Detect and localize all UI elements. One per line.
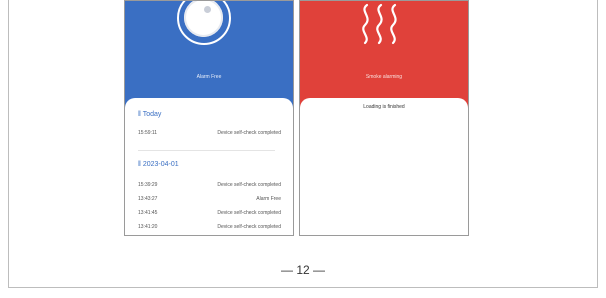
log-row: 15:39:29 Device self-check completed <box>138 182 281 188</box>
history-sheet[interactable]: ‖ Today 15:59:11 Device self-check compl… <box>125 98 293 235</box>
log-event: Device self-check completed <box>217 224 281 230</box>
log-row: 15:59:11 Device self-check completed <box>138 130 281 136</box>
log-event: Device self-check completed <box>217 210 281 216</box>
log-time: 15:59:11 <box>138 130 158 136</box>
status-label: Alarm Free <box>196 74 222 80</box>
phone-screen-smoke-alarm: Smoke alarming Loading is finished <box>299 0 469 236</box>
log-event: Device self-check completed <box>217 130 281 136</box>
smoke-detector-dial-icon <box>177 1 231 45</box>
log-event: Device self-check completed <box>217 182 281 188</box>
log-time: 13:41:20 <box>138 224 158 230</box>
status-label: Smoke alarming <box>365 74 403 80</box>
log-event: Alarm Free <box>256 196 281 202</box>
log-row: 13:41:20 Device self-check completed <box>138 224 281 230</box>
content-sheet: Loading is finished <box>300 98 468 235</box>
log-row: 13:43:27 Alarm Free <box>138 196 281 202</box>
status-header: Alarm Free <box>125 1 293 105</box>
status-header: Smoke alarming <box>300 1 468 105</box>
section-heading-today: ‖ Today <box>138 111 162 118</box>
phone-screen-alarm-free: Alarm Free ‖ Today 15:59:11 Device self-… <box>124 0 294 236</box>
page-number: — 12 — <box>280 263 325 277</box>
log-time: 13:43:27 <box>138 196 158 202</box>
log-time: 15:39:29 <box>138 182 158 188</box>
loading-message: Loading is finished <box>363 104 405 110</box>
section-heading-date: ‖ 2023-04-01 <box>138 161 179 168</box>
divider <box>138 150 275 151</box>
smoke-waves-icon <box>362 3 397 45</box>
log-row: 13:41:45 Device self-check completed <box>138 210 281 216</box>
log-time: 13:41:45 <box>138 210 158 216</box>
